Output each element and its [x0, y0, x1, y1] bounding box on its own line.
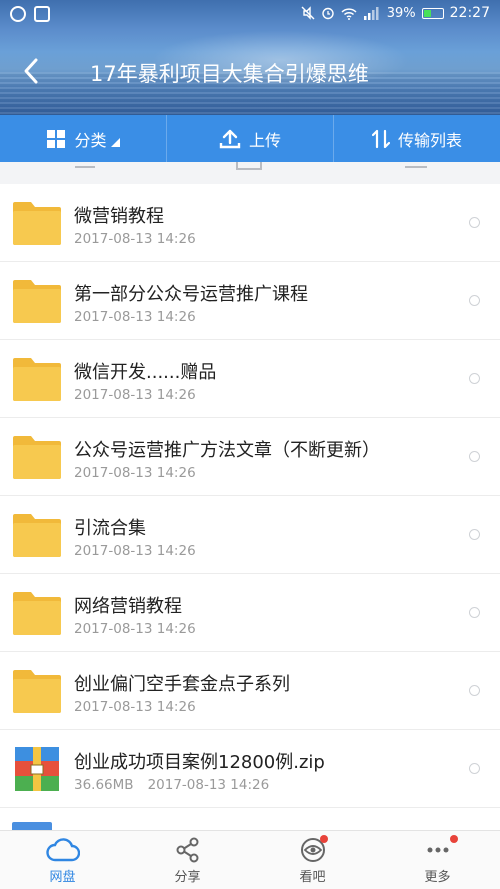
action-toolbar: 分类 上传 传输列表 — [0, 115, 500, 162]
wifi-icon — [341, 7, 357, 20]
select-radio[interactable] — [469, 451, 480, 462]
folder-icon — [13, 358, 61, 401]
file-name: 公众号运营推广方法文章（不断更新） — [74, 440, 380, 461]
dropdown-triangle-icon — [110, 138, 120, 147]
battery-percent: 39% — [386, 5, 416, 21]
file-name: 创业偏门空手套金点子系列 — [74, 674, 290, 695]
zip-archive-icon — [15, 747, 59, 791]
tab-share[interactable]: 分享 — [125, 831, 250, 889]
transfer-list-button[interactable]: 传输列表 — [334, 115, 500, 162]
mute-icon — [301, 6, 315, 20]
file-date: 2017-08-13 14:26 — [74, 231, 196, 247]
tab-watch[interactable]: 看吧 — [250, 831, 375, 889]
file-list: 微营销教程 2017-08-13 14:26 第一部分公众号运营推广课程 201… — [0, 184, 500, 808]
file-date: 2017-08-13 14:26 — [147, 777, 270, 793]
tab-more[interactable]: 更多 — [375, 831, 500, 889]
transfer-list-label: 传输列表 — [397, 130, 462, 150]
signal-icon — [363, 6, 379, 20]
file-meta: 2017-08-13 14:26 — [74, 621, 196, 637]
partial-list-item-icon — [12, 822, 52, 830]
title-bar: 17年暴利项目大集合引爆思维 — [0, 48, 500, 96]
file-name: 微信开发......赠品 — [74, 362, 217, 383]
notification-dot — [320, 835, 328, 843]
clock: 22:27 — [449, 5, 490, 21]
tab-netdisk[interactable]: 网盘 — [0, 831, 125, 889]
list-item[interactable]: 创业偏门空手套金点子系列 2017-08-13 14:26 — [0, 652, 500, 730]
hidden-search-strip — [0, 162, 500, 184]
file-name: 第一部分公众号运营推广课程 — [74, 284, 308, 305]
folder-icon — [13, 280, 61, 323]
list-item[interactable]: 微信开发......赠品 2017-08-13 14:26 — [0, 340, 500, 418]
folder-icon — [13, 202, 61, 245]
status-bar: 39% 22:27 — [0, 0, 500, 30]
tab-label: 看吧 — [299, 870, 326, 885]
upload-label: 上传 — [248, 130, 281, 150]
tab-label: 更多 — [424, 870, 451, 885]
file-date: 2017-08-13 14:26 — [74, 621, 196, 637]
select-radio[interactable] — [469, 217, 480, 228]
file-meta: 2017-08-13 14:26 — [74, 231, 196, 247]
file-name: 引流合集 — [74, 518, 146, 539]
list-item[interactable]: 引流合集 2017-08-13 14:26 — [0, 496, 500, 574]
folder-icon — [13, 592, 61, 635]
select-radio[interactable] — [469, 607, 480, 618]
page-title: 17年暴利项目大集合引爆思维 — [90, 62, 369, 86]
notification-image-icon — [34, 6, 50, 22]
file-date: 2017-08-13 14:26 — [74, 309, 196, 325]
list-item[interactable]: 公众号运营推广方法文章（不断更新） 2017-08-13 14:26 — [0, 418, 500, 496]
folder-icon — [13, 436, 61, 479]
bottom-tab-bar: 网盘 分享 看吧 更多 — [0, 830, 500, 889]
more-icon — [427, 847, 448, 853]
file-date: 2017-08-13 14:26 — [74, 543, 196, 559]
file-meta: 2017-08-13 14:26 — [74, 387, 196, 403]
file-name: 网络营销教程 — [74, 596, 182, 617]
file-meta: 2017-08-13 14:26 — [74, 465, 196, 481]
select-radio[interactable] — [469, 763, 480, 774]
file-meta: 2017-08-13 14:26 — [74, 699, 196, 715]
back-arrow-icon[interactable] — [18, 56, 46, 86]
list-item[interactable]: 微营销教程 2017-08-13 14:26 — [0, 184, 500, 262]
file-meta: 2017-08-13 14:26 — [74, 309, 196, 325]
upload-icon — [219, 129, 241, 148]
file-date: 2017-08-13 14:26 — [74, 387, 196, 403]
file-meta: 36.66MB 2017-08-13 14:26 — [74, 777, 269, 793]
select-radio[interactable] — [469, 295, 480, 306]
tab-label: 分享 — [174, 870, 201, 885]
category-label: 分类 — [74, 130, 107, 150]
notification-app-icon — [10, 6, 26, 22]
battery-icon — [421, 7, 444, 19]
folder-icon — [13, 514, 61, 557]
transfer-arrows-icon — [371, 129, 390, 148]
notification-dot — [450, 835, 458, 843]
grid-icon — [47, 129, 66, 148]
alarm-icon — [322, 7, 334, 20]
file-date: 2017-08-13 14:26 — [74, 699, 196, 715]
select-radio[interactable] — [469, 529, 480, 540]
file-date: 2017-08-13 14:26 — [74, 465, 196, 481]
category-button[interactable]: 分类 — [0, 115, 167, 162]
share-icon — [176, 837, 198, 863]
cloud-icon — [45, 838, 80, 862]
select-radio[interactable] — [469, 373, 480, 384]
list-item[interactable]: 网络营销教程 2017-08-13 14:26 — [0, 574, 500, 652]
upload-button[interactable]: 上传 — [167, 115, 334, 162]
file-name: 微营销教程 — [74, 206, 164, 227]
select-radio[interactable] — [469, 685, 480, 696]
folder-icon — [13, 670, 61, 713]
file-meta: 2017-08-13 14:26 — [74, 543, 196, 559]
file-name: 创业成功项目案例12800例.zip — [74, 752, 325, 773]
list-item[interactable]: 创业成功项目案例12800例.zip 36.66MB 2017-08-13 14:… — [0, 730, 500, 808]
tab-label: 网盘 — [49, 870, 76, 885]
list-item[interactable]: 第一部分公众号运营推广课程 2017-08-13 14:26 — [0, 262, 500, 340]
file-size: 36.66MB — [74, 777, 134, 793]
